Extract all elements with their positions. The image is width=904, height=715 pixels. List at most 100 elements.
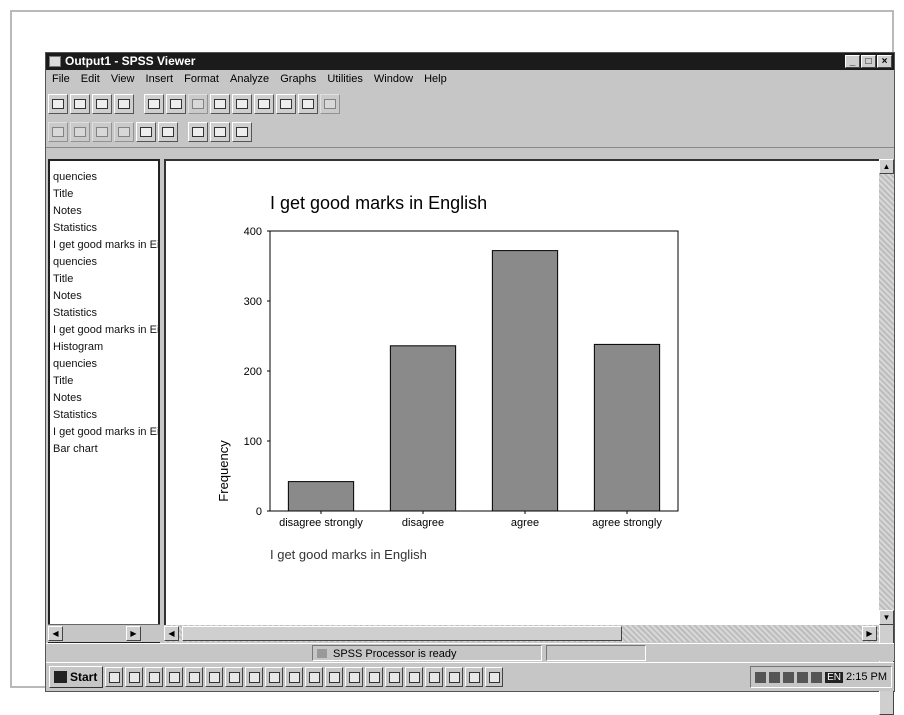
sets-icon	[280, 98, 292, 109]
status-bar: SPSS Processor is ready	[46, 643, 894, 661]
word-document-icon[interactable]	[165, 667, 183, 687]
scroll-right-icon[interactable]: ▶	[126, 626, 141, 641]
outline-item[interactable]: Histogram	[50, 339, 158, 356]
designate-window-button[interactable]	[298, 93, 318, 114]
hide-button[interactable]	[158, 121, 178, 142]
dialog-recall-button[interactable]	[166, 93, 186, 114]
outline-item[interactable]: Statistics	[50, 305, 158, 322]
print-button[interactable]	[92, 93, 112, 114]
outline-item[interactable]: Bar chart	[50, 441, 158, 458]
demote-button[interactable]	[70, 121, 90, 142]
menu-utilities[interactable]: Utilities	[327, 71, 362, 88]
globe-icon[interactable]	[425, 667, 443, 687]
internet-explorer-icon[interactable]	[465, 667, 483, 687]
show-desktop-icon[interactable]	[105, 667, 123, 687]
outline-item[interactable]: Notes	[50, 390, 158, 407]
undo-icon	[192, 98, 204, 109]
scroll-left-icon[interactable]: ◀	[164, 626, 179, 641]
shield-icon[interactable]	[811, 671, 823, 683]
mail-icon[interactable]	[797, 671, 809, 683]
minimize-button[interactable]: _	[845, 55, 860, 68]
open-file-button[interactable]	[48, 93, 68, 114]
menu-analyze[interactable]: Analyze	[230, 71, 269, 88]
spss-output-icon[interactable]	[365, 667, 383, 687]
menu-help[interactable]: Help	[424, 71, 447, 88]
expand-button[interactable]	[92, 121, 112, 142]
window-icon	[302, 98, 314, 109]
variables-button[interactable]	[254, 93, 274, 114]
outline-item[interactable]: Title	[50, 373, 158, 390]
insert-title-button[interactable]	[210, 121, 230, 142]
word-document-icon[interactable]	[285, 667, 303, 687]
maximize-button[interactable]: □	[861, 55, 876, 68]
outline-horizontal-scrollbar[interactable]: ◀ ▶	[48, 624, 160, 642]
output-content-pane[interactable]: I get good marks in English 0 100 200 300 40…	[164, 159, 894, 625]
outline-item[interactable]: Statistics	[50, 220, 158, 237]
use-sets-button[interactable]	[276, 93, 296, 114]
internet-explorer-icon[interactable]	[245, 667, 263, 687]
undo-button[interactable]	[188, 93, 208, 114]
processor-icon	[317, 649, 327, 658]
goto-chart-button[interactable]	[210, 93, 230, 114]
antivirus-icon[interactable]	[783, 671, 795, 683]
language-indicator[interactable]: EN	[825, 671, 844, 683]
menu-insert[interactable]: Insert	[146, 71, 174, 88]
internet-explorer-icon[interactable]	[485, 667, 503, 687]
internet-explorer-icon[interactable]	[265, 667, 283, 687]
insert-text-button[interactable]	[232, 121, 252, 142]
horizontal-scroll-thumb[interactable]	[182, 626, 622, 641]
goto-case-button[interactable]	[232, 93, 252, 114]
print-preview-button[interactable]	[114, 93, 134, 114]
scroll-left-icon[interactable]: ◀	[48, 626, 63, 641]
menu-window[interactable]: Window	[374, 71, 413, 88]
outline-item[interactable]: Notes	[50, 288, 158, 305]
promote-button[interactable]	[48, 121, 68, 142]
folder-icon	[52, 98, 64, 109]
scroll-up-icon[interactable]: ▲	[879, 159, 894, 174]
vertical-scrollbar[interactable]: ▲ ▼	[879, 159, 894, 715]
scroll-down-icon[interactable]: ▼	[879, 610, 894, 625]
outlook-icon[interactable]	[145, 667, 163, 687]
close-button[interactable]: ×	[877, 55, 892, 68]
internet-explorer-icon[interactable]	[225, 667, 243, 687]
word-document-icon[interactable]	[185, 667, 203, 687]
outline-item[interactable]: quencies	[50, 254, 158, 271]
save-button[interactable]	[70, 93, 90, 114]
outline-item[interactable]: Title	[50, 271, 158, 288]
word-document-icon[interactable]	[385, 667, 403, 687]
start-button[interactable]: Start	[49, 666, 103, 688]
horizontal-scrollbar[interactable]: ◀ ▶	[164, 625, 879, 642]
internet-explorer-icon[interactable]	[205, 667, 223, 687]
run-button[interactable]	[320, 93, 340, 114]
outline-item[interactable]: Title	[50, 186, 158, 203]
menu-file[interactable]: File	[52, 71, 70, 88]
title-bar[interactable]: Output1 - SPSS Viewer _ □ ×	[46, 53, 894, 70]
menu-view[interactable]: View	[111, 71, 135, 88]
menu-format[interactable]: Format	[184, 71, 219, 88]
volume-icon[interactable]	[755, 671, 767, 683]
outline-item[interactable]: Notes	[50, 203, 158, 220]
word-document-icon[interactable]	[305, 667, 323, 687]
outline-item[interactable]: quencies	[50, 169, 158, 186]
outline-pane[interactable]: quencies Title Notes Statistics I get go…	[48, 159, 160, 644]
outline-item[interactable]: Statistics	[50, 407, 158, 424]
export-button[interactable]	[144, 93, 164, 114]
internet-explorer-icon[interactable]	[445, 667, 463, 687]
outline-item[interactable]: I get good marks in Ei	[50, 322, 158, 339]
status-cell-empty	[546, 645, 646, 661]
word-document-icon[interactable]	[345, 667, 363, 687]
menu-edit[interactable]: Edit	[81, 71, 100, 88]
internet-explorer-icon[interactable]	[405, 667, 423, 687]
internet-explorer-icon[interactable]	[125, 667, 143, 687]
collapse-button[interactable]	[114, 121, 134, 142]
scroll-right-icon[interactable]: ▶	[862, 626, 877, 641]
outline-item[interactable]: quencies	[50, 356, 158, 373]
network-icon[interactable]	[769, 671, 781, 683]
calculator-icon[interactable]	[325, 667, 343, 687]
outline-item[interactable]: I get good marks in Ei	[50, 237, 158, 254]
outline-item[interactable]: I get good marks in Ei	[50, 424, 158, 441]
insert-heading-button[interactable]	[188, 121, 208, 142]
run-icon	[324, 98, 336, 109]
show-button[interactable]	[136, 121, 156, 142]
menu-graphs[interactable]: Graphs	[280, 71, 316, 88]
